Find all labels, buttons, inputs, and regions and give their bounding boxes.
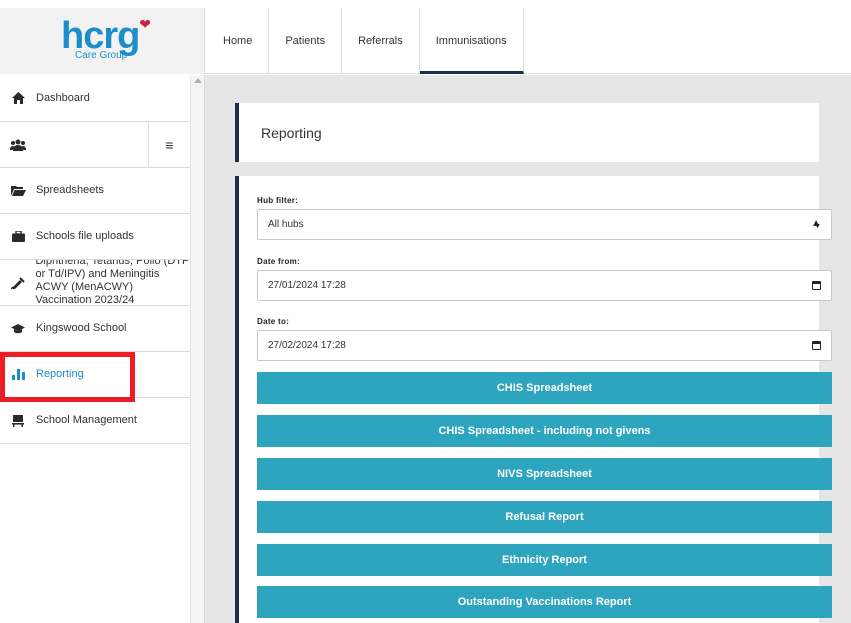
sidebar-scrollbar[interactable] <box>190 75 204 623</box>
sidebar-item-label: School Management <box>36 414 137 426</box>
tab-patients-label: Patients <box>285 35 326 47</box>
calendar-icon[interactable] <box>812 341 821 350</box>
sidebar-item-label: Diphtheria, Tetanus, Polio (DTP or Td/IP… <box>35 260 190 306</box>
nivs-spreadsheet-button[interactable]: NIVS Spreadsheet <box>257 458 832 490</box>
sidebar-item-schools-file-uploads[interactable]: Schools file uploads <box>0 214 190 260</box>
tab-immunisations[interactable]: Immunisations <box>419 8 524 74</box>
date-from-label: Date from: <box>257 257 301 266</box>
outstanding-vaccinations-report-button[interactable]: Outstanding Vaccinations Report <box>257 586 832 618</box>
folder-open-icon <box>10 184 26 198</box>
select-down-icon: ▼ <box>814 223 821 230</box>
hamburger-menu-icon[interactable]: ≡ <box>148 122 190 167</box>
sidebar: Dashboard ≡ Spreadsheets Schools file up… <box>0 75 205 623</box>
date-to-label: Date to: <box>257 317 290 326</box>
sidebar-item-kingswood-school[interactable]: Kingswood School <box>0 306 190 352</box>
sidebar-item-label: Kingswood School <box>36 322 127 334</box>
ethnicity-report-button[interactable]: Ethnicity Report <box>257 544 832 576</box>
sidebar-item-dashboard[interactable]: Dashboard <box>0 75 190 122</box>
users-icon <box>10 138 26 152</box>
sidebar-item-school-management[interactable]: School Management <box>0 398 190 444</box>
scroll-up-icon[interactable] <box>194 78 202 83</box>
page-header-card: Reporting <box>235 103 819 162</box>
sidebar-item-vaccination-programme[interactable]: Diphtheria, Tetanus, Polio (DTP or Td/IP… <box>0 260 190 306</box>
date-from-value: 27/01/2024 17:28 <box>268 280 346 291</box>
top-nav: Home Patients Referrals Immunisations <box>205 8 851 74</box>
tab-immunisations-label: Immunisations <box>435 35 507 47</box>
date-to-input[interactable]: 27/02/2024 17:28 <box>257 330 832 361</box>
sidebar-item-spreadsheets[interactable]: Spreadsheets <box>0 168 190 214</box>
sidebar-item-label: Schools file uploads <box>36 230 134 242</box>
calendar-icon[interactable] <box>812 281 821 290</box>
sidebar-item-label: Dashboard <box>36 91 90 104</box>
desk-icon <box>10 414 26 428</box>
date-from-input[interactable]: 27/01/2024 17:28 <box>257 270 832 301</box>
logo-subtext: Care Group <box>75 50 128 61</box>
refusal-report-button[interactable]: Refusal Report <box>257 501 832 533</box>
tab-patients[interactable]: Patients <box>269 8 343 74</box>
heart-icon: ❤ <box>139 16 151 32</box>
briefcase-icon <box>10 230 26 244</box>
hub-filter-select[interactable]: All hubs ▲ ▼ <box>257 209 832 240</box>
chis-spreadsheet-button[interactable]: CHIS Spreadsheet <box>257 372 832 404</box>
logo-area[interactable]: hcrg ❤ Care Group <box>0 8 205 74</box>
hub-filter-value: All hubs <box>268 219 304 230</box>
tab-home-label: Home <box>223 35 253 47</box>
page-title: Reporting <box>261 124 322 141</box>
graduation-cap-icon <box>10 322 26 336</box>
highlight-annotation <box>0 352 135 402</box>
tab-referrals-label: Referrals <box>358 35 403 47</box>
date-to-value: 27/02/2024 17:28 <box>268 340 346 351</box>
sidebar-item-label: Spreadsheets <box>36 184 104 196</box>
hcrg-logo: hcrg ❤ Care Group <box>57 16 151 66</box>
tab-referrals[interactable]: Referrals <box>342 8 420 74</box>
syringe-icon <box>10 276 25 290</box>
sidebar-item-users[interactable]: ≡ <box>0 122 190 168</box>
home-icon <box>10 91 26 105</box>
main-content: Reporting Hub filter: All hubs ▲ ▼ Date … <box>205 75 851 623</box>
hub-filter-label: Hub filter: <box>257 196 299 205</box>
chis-spreadsheet-not-givens-button[interactable]: CHIS Spreadsheet - including not givens <box>257 415 832 447</box>
report-form-card: Hub filter: All hubs ▲ ▼ Date from: 27/0… <box>235 176 832 623</box>
tab-home[interactable]: Home <box>205 8 270 74</box>
